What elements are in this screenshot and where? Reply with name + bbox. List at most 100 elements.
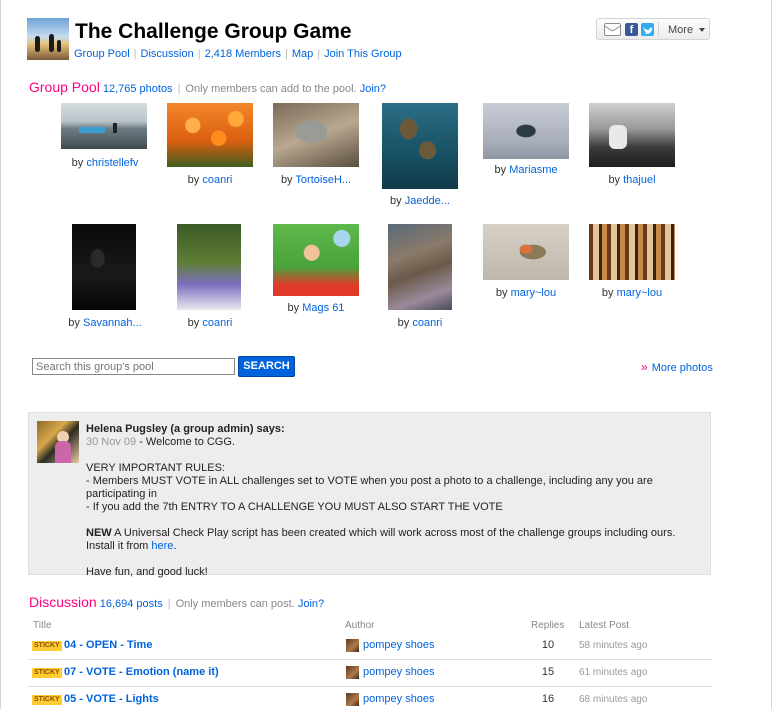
column-header-author: Author xyxy=(345,620,375,631)
pool-note: Only members can add to the pool. xyxy=(185,83,357,95)
pool-photo[interactable]: by mary~lou xyxy=(582,224,682,304)
pool-search-button[interactable]: SEARCH xyxy=(238,356,295,377)
photo-author-link[interactable]: mary~lou xyxy=(617,287,663,299)
latest-post-time[interactable]: 61 minutes ago xyxy=(579,667,647,678)
photo-author-link[interactable]: coanri xyxy=(202,174,232,186)
photo-author-link[interactable]: thajuel xyxy=(623,174,655,186)
photo-author-link[interactable]: mary~lou xyxy=(511,287,557,299)
photo-thumbnail[interactable] xyxy=(382,103,458,189)
pool-join-link[interactable]: Join? xyxy=(360,83,386,95)
pool-photo[interactable]: by coanri xyxy=(370,224,470,329)
more-photos-link-wrap: » More photos xyxy=(641,360,713,374)
pool-photo-count[interactable]: 12,765 photos xyxy=(103,83,173,95)
photo-thumbnail[interactable] xyxy=(61,103,147,149)
photo-thumbnail[interactable] xyxy=(273,103,359,167)
discussion-heading: Discussion xyxy=(29,594,97,610)
facebook-icon[interactable]: f xyxy=(625,23,638,36)
nav-members[interactable]: 2,418 Members xyxy=(205,48,281,60)
photo-thumbnail[interactable] xyxy=(483,224,569,280)
author-avatar[interactable] xyxy=(346,693,359,706)
photo-author-link[interactable]: Mags 61 xyxy=(302,302,344,314)
script-install-link[interactable]: here xyxy=(151,540,173,552)
admin-signoff: Have fun, and good luck! xyxy=(86,566,208,578)
author-avatar[interactable] xyxy=(346,666,359,679)
rules-heading: VERY IMPORTANT RULES: xyxy=(86,462,225,474)
photo-thumbnail[interactable] xyxy=(483,103,569,159)
group-buddy-icon[interactable] xyxy=(27,18,69,60)
photo-thumbnail[interactable] xyxy=(589,224,675,280)
topic-link[interactable]: 05 - VOTE - Lights xyxy=(64,693,159,705)
rule-item: - If you add the 7th ENTRY TO A CHALLENG… xyxy=(86,501,503,513)
more-menu-button[interactable]: More xyxy=(668,24,693,36)
photo-author-link[interactable]: Savannah... xyxy=(83,317,142,329)
photo-thumbnail[interactable] xyxy=(273,224,359,296)
new-label: NEW xyxy=(86,527,112,539)
discussion-note: Only members can post. xyxy=(175,598,295,610)
pool-photo[interactable]: by Mags 61 xyxy=(266,224,366,314)
pool-photo[interactable]: by Jaedde... xyxy=(370,103,470,207)
table-row[interactable]: STICKY 07 - VOTE - Emotion (name it) pom… xyxy=(28,660,712,687)
pool-photo[interactable]: by christellefv xyxy=(55,103,155,173)
nav-map[interactable]: Map xyxy=(292,48,313,60)
author-link[interactable]: pompey shoes xyxy=(363,666,435,678)
nav-group-pool[interactable]: Group Pool xyxy=(74,48,130,60)
pool-photo[interactable]: by mary~lou xyxy=(476,224,576,304)
photo-author-link[interactable]: TortoiseH... xyxy=(295,174,351,186)
discussion-join-link[interactable]: Join? xyxy=(298,598,324,610)
pool-photo[interactable]: by coanri xyxy=(160,224,260,329)
photo-thumbnail[interactable] xyxy=(72,224,136,310)
admin-announcement: Helena Pugsley (a group admin) says: 30 … xyxy=(28,412,711,578)
latest-post-time[interactable]: 58 minutes ago xyxy=(579,640,647,651)
more-photos-link[interactable]: More photos xyxy=(652,362,713,374)
topic-link[interactable]: 07 - VOTE - Emotion (name it) xyxy=(64,666,219,678)
topic-link[interactable]: 04 - OPEN - Time xyxy=(64,639,152,651)
photo-author-link[interactable]: christellefv xyxy=(86,157,138,169)
pool-photo[interactable]: by Mariasme xyxy=(476,103,576,183)
discussion-post-count[interactable]: 16,694 posts xyxy=(100,598,163,610)
share-divider xyxy=(658,22,659,37)
sticky-badge: STICKY xyxy=(32,695,62,705)
photo-thumbnail[interactable] xyxy=(177,224,241,310)
email-icon[interactable] xyxy=(604,23,621,36)
pool-photo[interactable]: by coanri xyxy=(160,103,260,186)
admin-author: Helena Pugsley (a group admin) says: xyxy=(86,423,285,435)
group-nav: Group Pool | Discussion | 2,418 Members | Map |… xyxy=(74,48,402,60)
pool-search-input[interactable] xyxy=(32,358,235,375)
nav-join-group[interactable]: Join This Group xyxy=(324,48,401,60)
admin-post-date: 30 Nov 09 xyxy=(86,436,137,448)
pool-photo[interactable]: by thajuel xyxy=(582,103,682,186)
discussion-heading-bar: Discussion 16,694 posts | Only members can … xyxy=(29,594,325,610)
sticky-badge: STICKY xyxy=(32,641,62,651)
author-link[interactable]: pompey shoes xyxy=(363,639,435,651)
table-row[interactable]: STICKY 04 - OPEN - Time pompey shoes 10 … xyxy=(28,633,712,660)
page-title: The Challenge Group Game xyxy=(75,20,352,43)
twitter-icon[interactable] xyxy=(641,23,654,36)
photo-thumbnail[interactable] xyxy=(388,224,452,310)
photo-thumbnail[interactable] xyxy=(167,103,253,167)
pool-heading: Group Pool xyxy=(29,79,100,95)
double-chevron-right-icon: » xyxy=(641,360,648,374)
column-header-title: Title xyxy=(33,620,52,631)
table-row[interactable]: STICKY 05 - VOTE - Lights pompey shoes 1… xyxy=(28,687,712,714)
author-link[interactable]: pompey shoes xyxy=(363,693,435,705)
pool-photo[interactable]: by Savannah... xyxy=(55,224,155,329)
reply-count: 16 xyxy=(541,693,555,705)
nav-discussion[interactable]: Discussion xyxy=(141,48,194,60)
rule-item: - Members MUST VOTE in ALL challenges se… xyxy=(86,475,653,500)
photo-author-link[interactable]: Mariasme xyxy=(509,164,557,176)
admin-message: Helena Pugsley (a group admin) says: 30 … xyxy=(86,423,698,579)
photo-author-link[interactable]: Jaedde... xyxy=(405,195,450,207)
column-header-latest-post: Latest Post xyxy=(579,620,630,631)
pool-photo[interactable]: by TortoiseH... xyxy=(266,103,366,186)
photo-author-link[interactable]: coanri xyxy=(412,317,442,329)
column-header-replies: Replies xyxy=(531,620,565,631)
photo-thumbnail[interactable] xyxy=(589,103,675,167)
photo-author-link[interactable]: coanri xyxy=(202,317,232,329)
author-avatar[interactable] xyxy=(346,639,359,652)
share-toolbar: f More xyxy=(596,18,710,40)
sticky-badge: STICKY xyxy=(32,668,62,678)
latest-post-time[interactable]: 68 minutes ago xyxy=(579,694,647,705)
pool-heading-bar: Group Pool 12,765 photos | Only members can… xyxy=(29,79,386,95)
admin-avatar[interactable] xyxy=(37,421,79,463)
chevron-down-icon[interactable] xyxy=(699,28,705,32)
